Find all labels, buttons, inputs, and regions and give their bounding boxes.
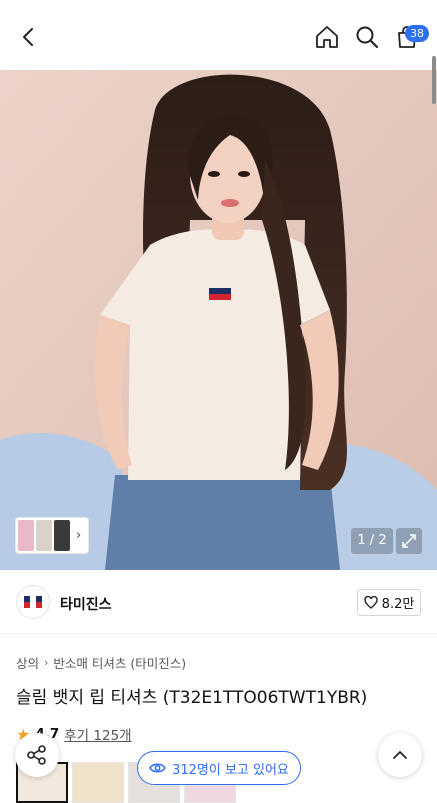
brand-name[interactable]: 타미진스 bbox=[60, 594, 112, 614]
brand-logo[interactable] bbox=[16, 585, 50, 619]
viewers-count-pill[interactable]: 312명이 보고 있어요 bbox=[137, 751, 301, 785]
chevron-right-icon[interactable]: › bbox=[76, 528, 81, 543]
thumbnail-black[interactable] bbox=[54, 520, 70, 551]
breadcrumb-item-top[interactable]: 상의 bbox=[16, 653, 39, 672]
home-icon[interactable] bbox=[312, 22, 342, 52]
share-icon bbox=[27, 745, 46, 765]
image-page-indicator: 1 / 2 bbox=[351, 528, 393, 554]
cart-count-badge: 38 bbox=[405, 25, 429, 42]
thumbnail-white[interactable] bbox=[36, 520, 52, 551]
product-title: 슬림 뱃지 립 티셔츠 (T32E1TTO06TWT1YBR) bbox=[16, 688, 368, 708]
gallery-thumb[interactable] bbox=[72, 762, 124, 803]
product-hero-image[interactable] bbox=[0, 70, 437, 570]
chevron-up-icon bbox=[393, 751, 407, 759]
heart-icon bbox=[363, 596, 378, 609]
eye-icon bbox=[149, 763, 166, 773]
thumbnail-pink[interactable] bbox=[18, 520, 34, 551]
image-thumbnail-strip[interactable]: › bbox=[15, 517, 89, 554]
breadcrumb-item-category[interactable]: 반소매 티셔츠 (타미진스) bbox=[53, 653, 186, 672]
share-button[interactable] bbox=[15, 733, 59, 777]
expand-icon[interactable] bbox=[396, 528, 422, 554]
breadcrumb: 상의 › 반소매 티셔츠 (타미진스) bbox=[16, 653, 186, 672]
back-arrow-icon[interactable] bbox=[14, 22, 44, 52]
like-button[interactable]: 8.2만 bbox=[357, 589, 421, 616]
search-icon[interactable] bbox=[352, 22, 382, 52]
like-count: 8.2만 bbox=[381, 597, 415, 612]
brand-row[interactable]: 타미진스 8.2만 bbox=[0, 572, 437, 634]
scrollbar[interactable] bbox=[432, 56, 436, 104]
viewers-text: 312명이 보고 있어요 bbox=[172, 762, 289, 778]
scroll-to-top-button[interactable] bbox=[378, 733, 422, 777]
top-nav-bar: 38 bbox=[0, 0, 437, 70]
chevron-right-icon: › bbox=[44, 656, 49, 669]
reviews-link[interactable]: 후기 125개 bbox=[64, 724, 131, 744]
